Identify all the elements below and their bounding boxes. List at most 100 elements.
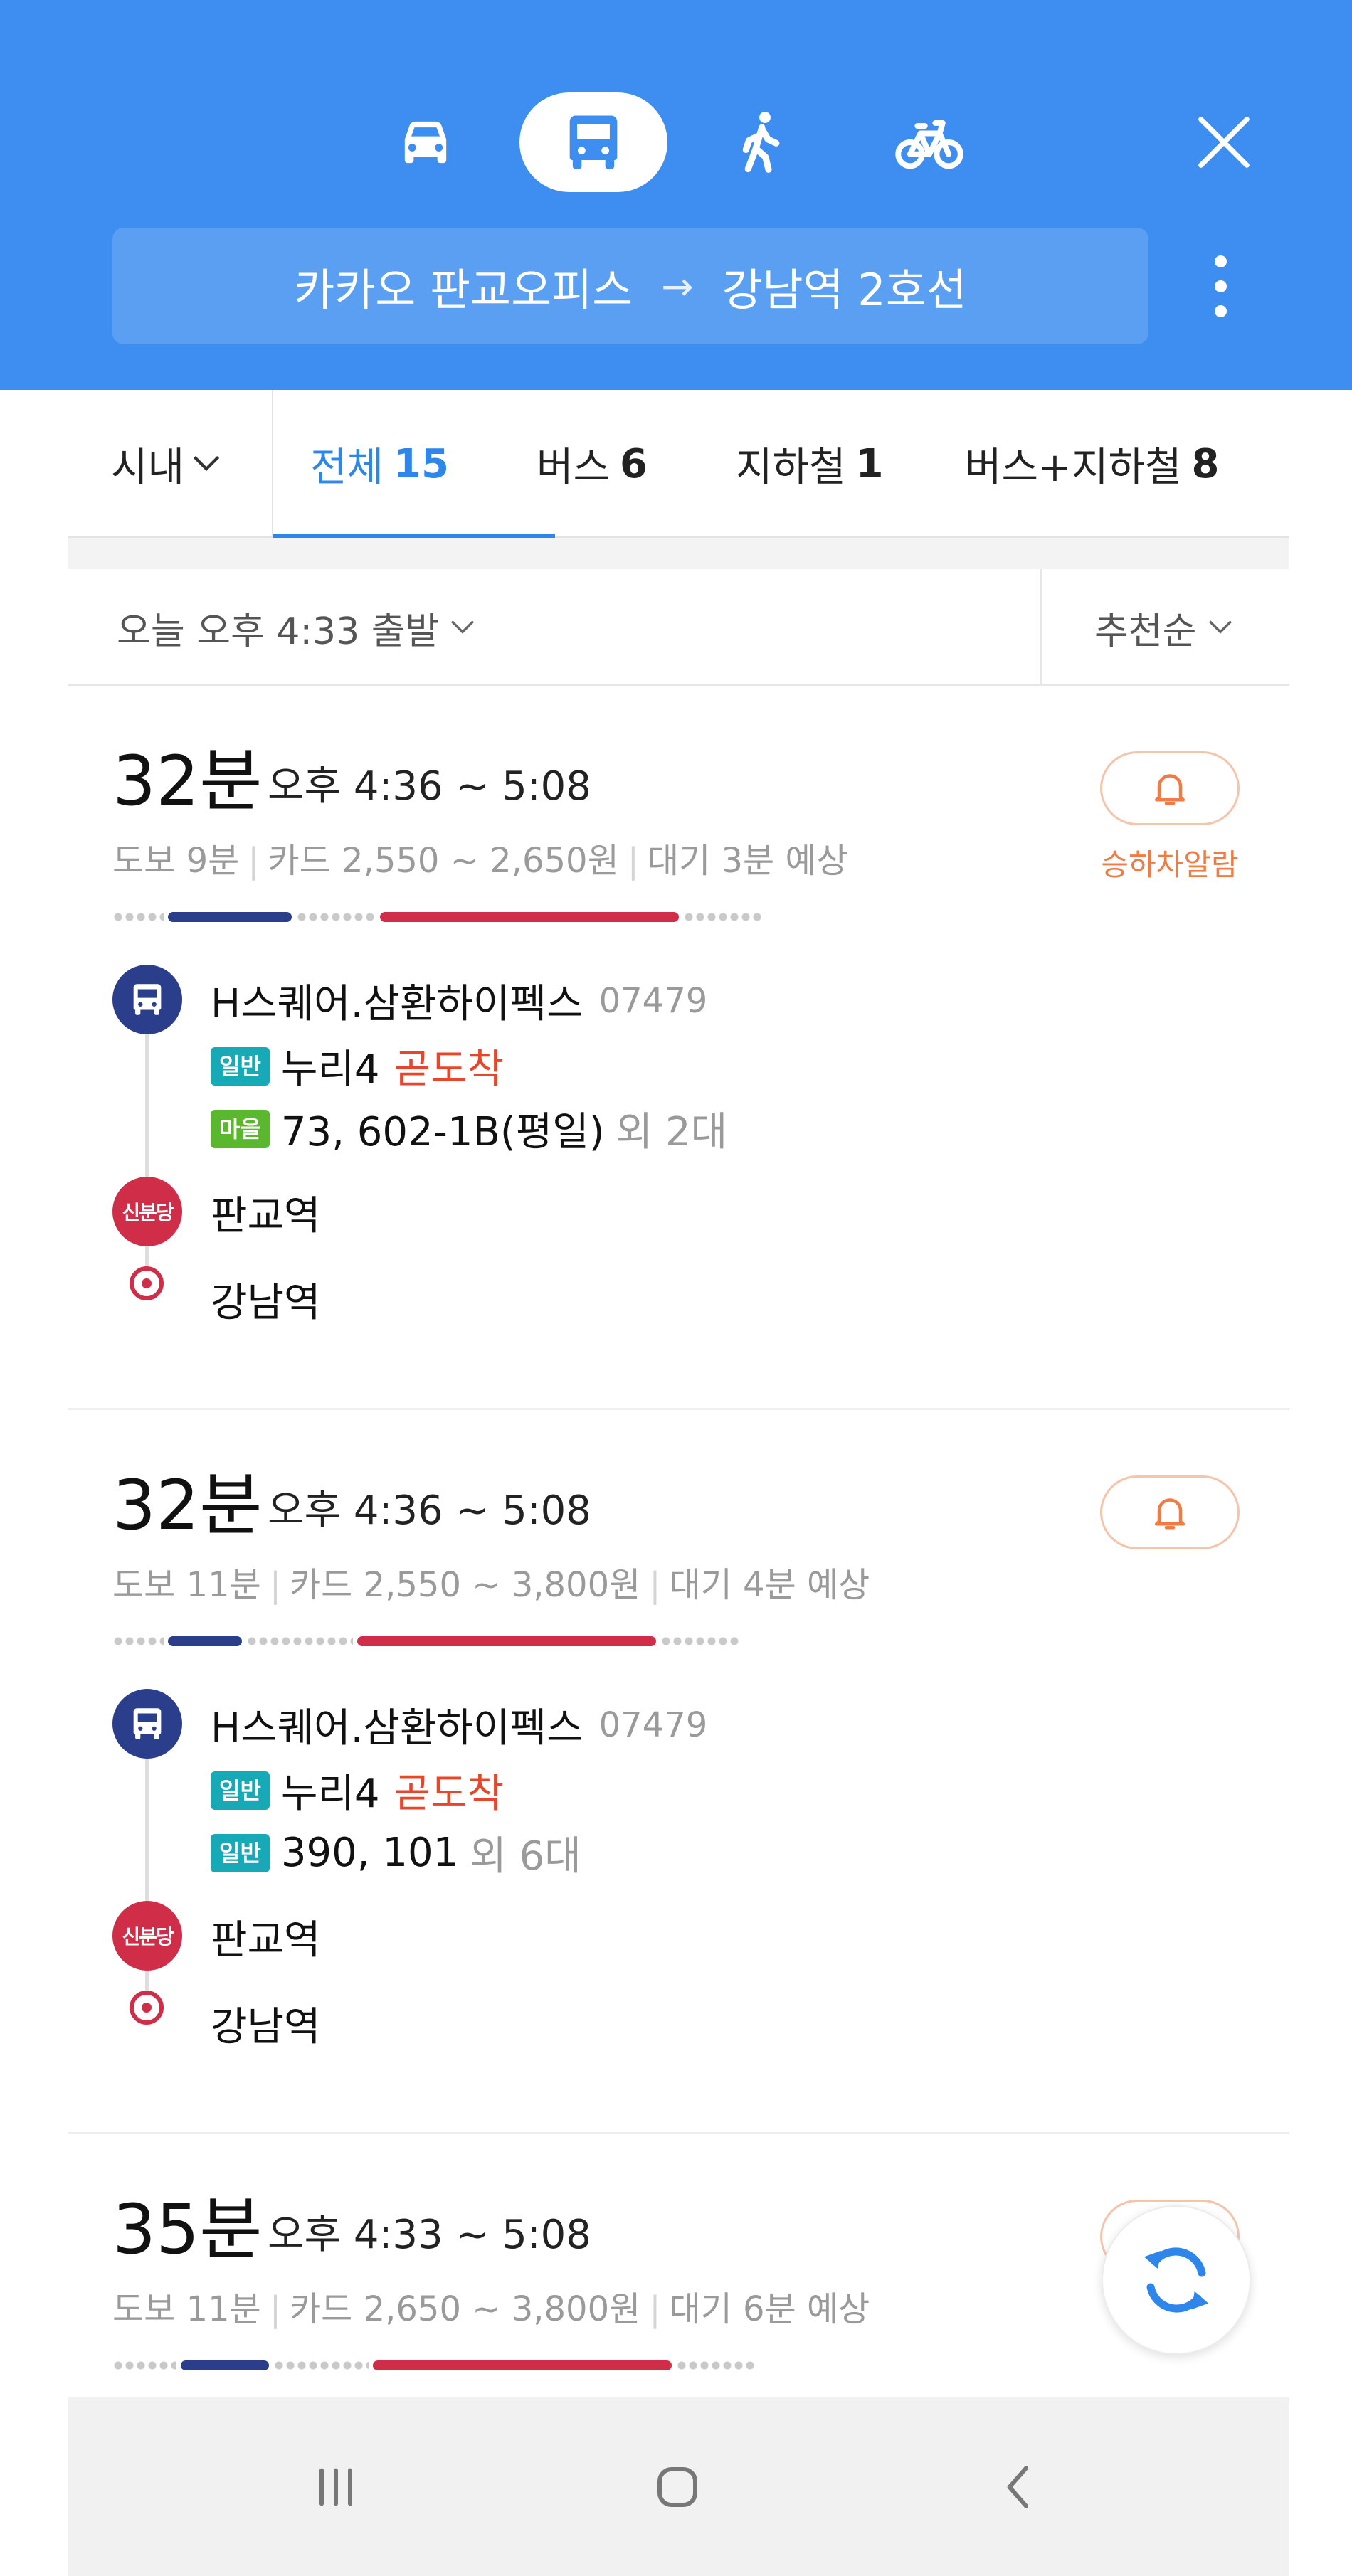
- ride-alarm-button[interactable]: [1100, 1475, 1240, 1549]
- departure-time-label: 오늘 오후 4:33 출발: [117, 610, 440, 653]
- transfer-station-row[interactable]: 판교역: [211, 1908, 321, 1966]
- arrival-station-row[interactable]: 강남역: [211, 1271, 321, 1328]
- boarding-stop-name: H스퀘어.삼환하이펙스: [211, 981, 583, 1027]
- tab-count: 8: [1191, 440, 1220, 487]
- close-button[interactable]: [1181, 100, 1267, 185]
- tab-label: 지하철: [736, 444, 846, 491]
- bus-line-row[interactable]: 일반 390, 101 외 6대: [211, 1824, 581, 1882]
- bike-icon: [895, 120, 963, 169]
- walk-segment: [273, 2360, 369, 2370]
- more-options-button[interactable]: [1188, 242, 1252, 330]
- bus-line-row[interactable]: 마을 73, 602-1B(평일) 외 2대: [211, 1100, 727, 1157]
- back-button[interactable]: [948, 2397, 1090, 2576]
- route-meta: 도보 9분 | 카드 2,550 ~ 2,650원 | 대기 3분 예상: [112, 841, 848, 881]
- route-type-tabs: 시내 전체 15 버스 6 지하철 1 버스+지하철 8: [68, 390, 1289, 538]
- tab-count: 15: [394, 440, 449, 487]
- tab-count: 6: [620, 440, 648, 487]
- tab-bus-subway[interactable]: 버스+지하철 8: [965, 390, 1220, 538]
- region-label: 시내: [111, 444, 185, 491]
- walk-segment: [676, 2360, 756, 2370]
- tab-count: 1: [855, 440, 884, 487]
- section-gap: [68, 538, 1289, 569]
- route-time-range: 오후 4:36 ~ 5:08: [268, 763, 591, 810]
- walk-segment: [112, 912, 164, 922]
- home-button[interactable]: [606, 2397, 749, 2576]
- refresh-button[interactable]: [1102, 2205, 1251, 2355]
- more-lines-count: 외 6대: [470, 1833, 581, 1880]
- mode-car-button[interactable]: [352, 92, 500, 192]
- fare: 카드 2,550 ~ 3,800원: [290, 1565, 641, 1605]
- arrival-status: 곧도착: [394, 1046, 505, 1093]
- route-card[interactable]: 32분 오후 4:36 ~ 5:08 도보 9분 | 카드 2,550 ~ 2,65…: [68, 686, 1289, 1410]
- ride-alarm-button[interactable]: [1100, 751, 1240, 825]
- more-dot-icon: [1214, 280, 1227, 292]
- walk-segment: [296, 912, 376, 922]
- bus-line-row[interactable]: 일반 누리4 곧도착: [211, 1761, 504, 1819]
- route-card[interactable]: 32분 오후 4:36 ~ 5:08 도보 11분 | 카드 2,550 ~ 3,8…: [68, 1410, 1289, 2134]
- bus-line-name: 누리4: [280, 1046, 380, 1093]
- transfer-station-name: 판교역: [211, 1917, 321, 1963]
- chevron-down-icon: [451, 620, 475, 634]
- bell-icon: [1155, 1498, 1185, 1530]
- mode-walk-button[interactable]: [687, 92, 835, 192]
- more-lines-count: 외 2대: [616, 1109, 728, 1155]
- tab-divider: [272, 390, 273, 538]
- route-meta: 도보 11분 | 카드 2,650 ~ 3,800원 | 대기 6분 예상: [112, 2289, 870, 2329]
- sort-order-label: 추천순: [1094, 610, 1197, 653]
- sort-order-selector[interactable]: 추천순: [1094, 569, 1232, 686]
- fare: 카드 2,550 ~ 2,650원: [268, 841, 619, 881]
- bus-line-name: 390, 101: [280, 1830, 459, 1876]
- wait-time: 대기 3분 예상: [647, 841, 848, 881]
- bus-type-tag: 마을: [211, 1109, 270, 1148]
- arrival-station-name: 강남역: [211, 2004, 321, 2050]
- bus-type-tag: 일반: [211, 1771, 270, 1810]
- boarding-stop-row[interactable]: H스퀘어.삼환하이펙스 07479: [211, 1696, 707, 1754]
- subway-line-badge: 신분당: [112, 1177, 182, 1246]
- route-summary-field[interactable]: 카카오 판교오피스 → 강남역 2호선: [112, 228, 1148, 344]
- boarding-stop-row[interactable]: H스퀘어.삼환하이펙스 07479: [211, 972, 707, 1029]
- arrival-station-row[interactable]: 강남역: [211, 1995, 321, 2052]
- wait-time: 대기 6분 예상: [669, 2289, 870, 2329]
- tab-label: 버스+지하철: [965, 444, 1182, 491]
- walk-icon: [742, 112, 780, 173]
- walk-segment: [246, 1636, 353, 1646]
- subway-line-badge: 신분당: [112, 1901, 182, 1971]
- bus-line-row[interactable]: 일반 누리4 곧도착: [211, 1037, 504, 1095]
- bus-type-tag: 일반: [211, 1833, 270, 1872]
- region-dropdown[interactable]: 시내: [111, 390, 220, 538]
- route-duration: 32분: [112, 741, 263, 821]
- tab-subway[interactable]: 지하철 1: [736, 390, 884, 538]
- bus-icon: [133, 984, 162, 1015]
- close-icon: [1198, 117, 1250, 168]
- wait-time: 대기 4분 예상: [669, 1565, 870, 1605]
- mode-bus-button[interactable]: [519, 92, 667, 192]
- bus-segment: [168, 912, 292, 922]
- tab-label: 버스: [537, 444, 611, 491]
- recent-apps-button[interactable]: [265, 2397, 407, 2576]
- car-icon: [404, 121, 447, 164]
- fare: 카드 2,650 ~ 3,800원: [290, 2289, 641, 2329]
- subway-segment: [357, 1636, 656, 1646]
- mode-bike-button[interactable]: [855, 92, 1003, 192]
- tab-bus[interactable]: 버스 6: [537, 390, 648, 538]
- walk-segment: [683, 912, 763, 922]
- departure-time-selector[interactable]: 오늘 오후 4:33 출발: [117, 569, 475, 686]
- tab-all[interactable]: 전체 15: [310, 390, 449, 538]
- walk-time: 도보 11분: [112, 2289, 261, 2329]
- bus-segment: [168, 1636, 242, 1646]
- walk-segment: [112, 1636, 164, 1646]
- bus-segment: [181, 2360, 269, 2370]
- bell-icon: [1155, 774, 1185, 805]
- back-icon: [1007, 2465, 1028, 2508]
- transfer-station-row[interactable]: 판교역: [211, 1184, 321, 1241]
- walk-time: 도보 9분: [112, 841, 240, 881]
- stop-code: 07479: [598, 1705, 708, 1745]
- bus-stop-marker: [112, 1689, 182, 1759]
- ride-alarm-label: 승하차알람: [1101, 847, 1239, 882]
- tab-label: 전체: [310, 444, 384, 491]
- walk-segment: [660, 1636, 740, 1646]
- refresh-icon: [1144, 2247, 1209, 2313]
- route-search-header: 카카오 판교오피스 → 강남역 2호선: [0, 0, 1352, 390]
- bus-stop-marker: [112, 965, 182, 1034]
- more-dot-icon: [1214, 255, 1227, 267]
